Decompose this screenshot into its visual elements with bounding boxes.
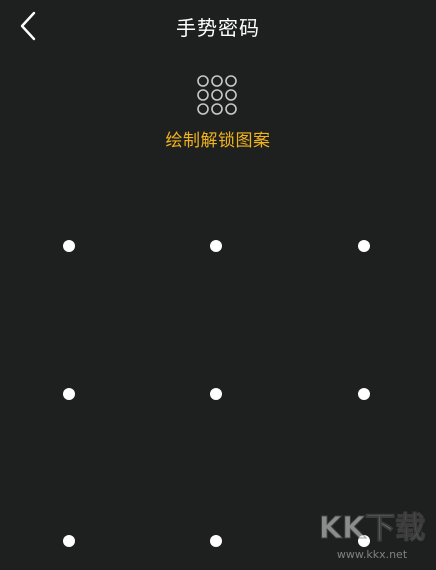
pattern-dot-4[interactable] xyxy=(63,388,75,400)
pattern-dot-8[interactable] xyxy=(210,535,222,547)
pattern-dot-6[interactable] xyxy=(358,388,370,400)
svg-text:www.kkx.net: www.kkx.net xyxy=(337,548,408,561)
pattern-pad[interactable] xyxy=(0,0,436,570)
svg-text:KK下载: KK下载 xyxy=(319,511,426,546)
pattern-dot-5[interactable] xyxy=(210,388,222,400)
pattern-dot-7[interactable] xyxy=(63,535,75,547)
pattern-dot-2[interactable] xyxy=(210,240,222,252)
pattern-dot-3[interactable] xyxy=(358,240,370,252)
pattern-dot-1[interactable] xyxy=(63,240,75,252)
watermark-logo: KK下载 www.kkx.net xyxy=(312,502,432,566)
